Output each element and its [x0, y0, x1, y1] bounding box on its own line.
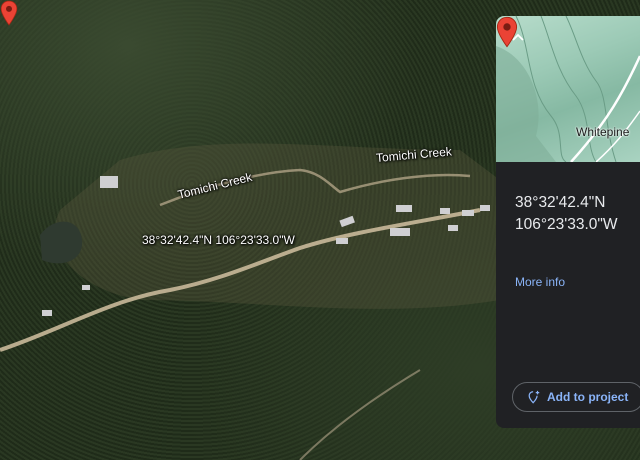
map-pin-icon[interactable]	[0, 0, 18, 26]
latitude: 38°32'42.4"N	[515, 194, 606, 211]
location-info-panel: Whitepine 38°32'42.4"N 106°23'33.0"W Mor…	[496, 16, 640, 428]
mini-map-pin-icon	[496, 16, 518, 48]
add-pin-icon	[528, 390, 540, 404]
mini-map[interactable]: Whitepine	[496, 16, 640, 162]
pin-coordinates-label: 38°32'42.4"N 106°23'33.0"W	[142, 233, 295, 247]
mini-map-place-label: Whitepine	[576, 125, 630, 139]
pond	[40, 221, 83, 264]
lower-trail	[299, 369, 421, 460]
meadow-area	[54, 143, 501, 309]
add-to-project-button[interactable]: Add to project	[512, 382, 640, 412]
more-info-link[interactable]: More info	[515, 275, 565, 289]
coordinates: 38°32'42.4"N 106°23'33.0"W	[515, 192, 618, 236]
longitude: 106°23'33.0"W	[515, 216, 618, 233]
add-to-project-label: Add to project	[547, 390, 629, 404]
